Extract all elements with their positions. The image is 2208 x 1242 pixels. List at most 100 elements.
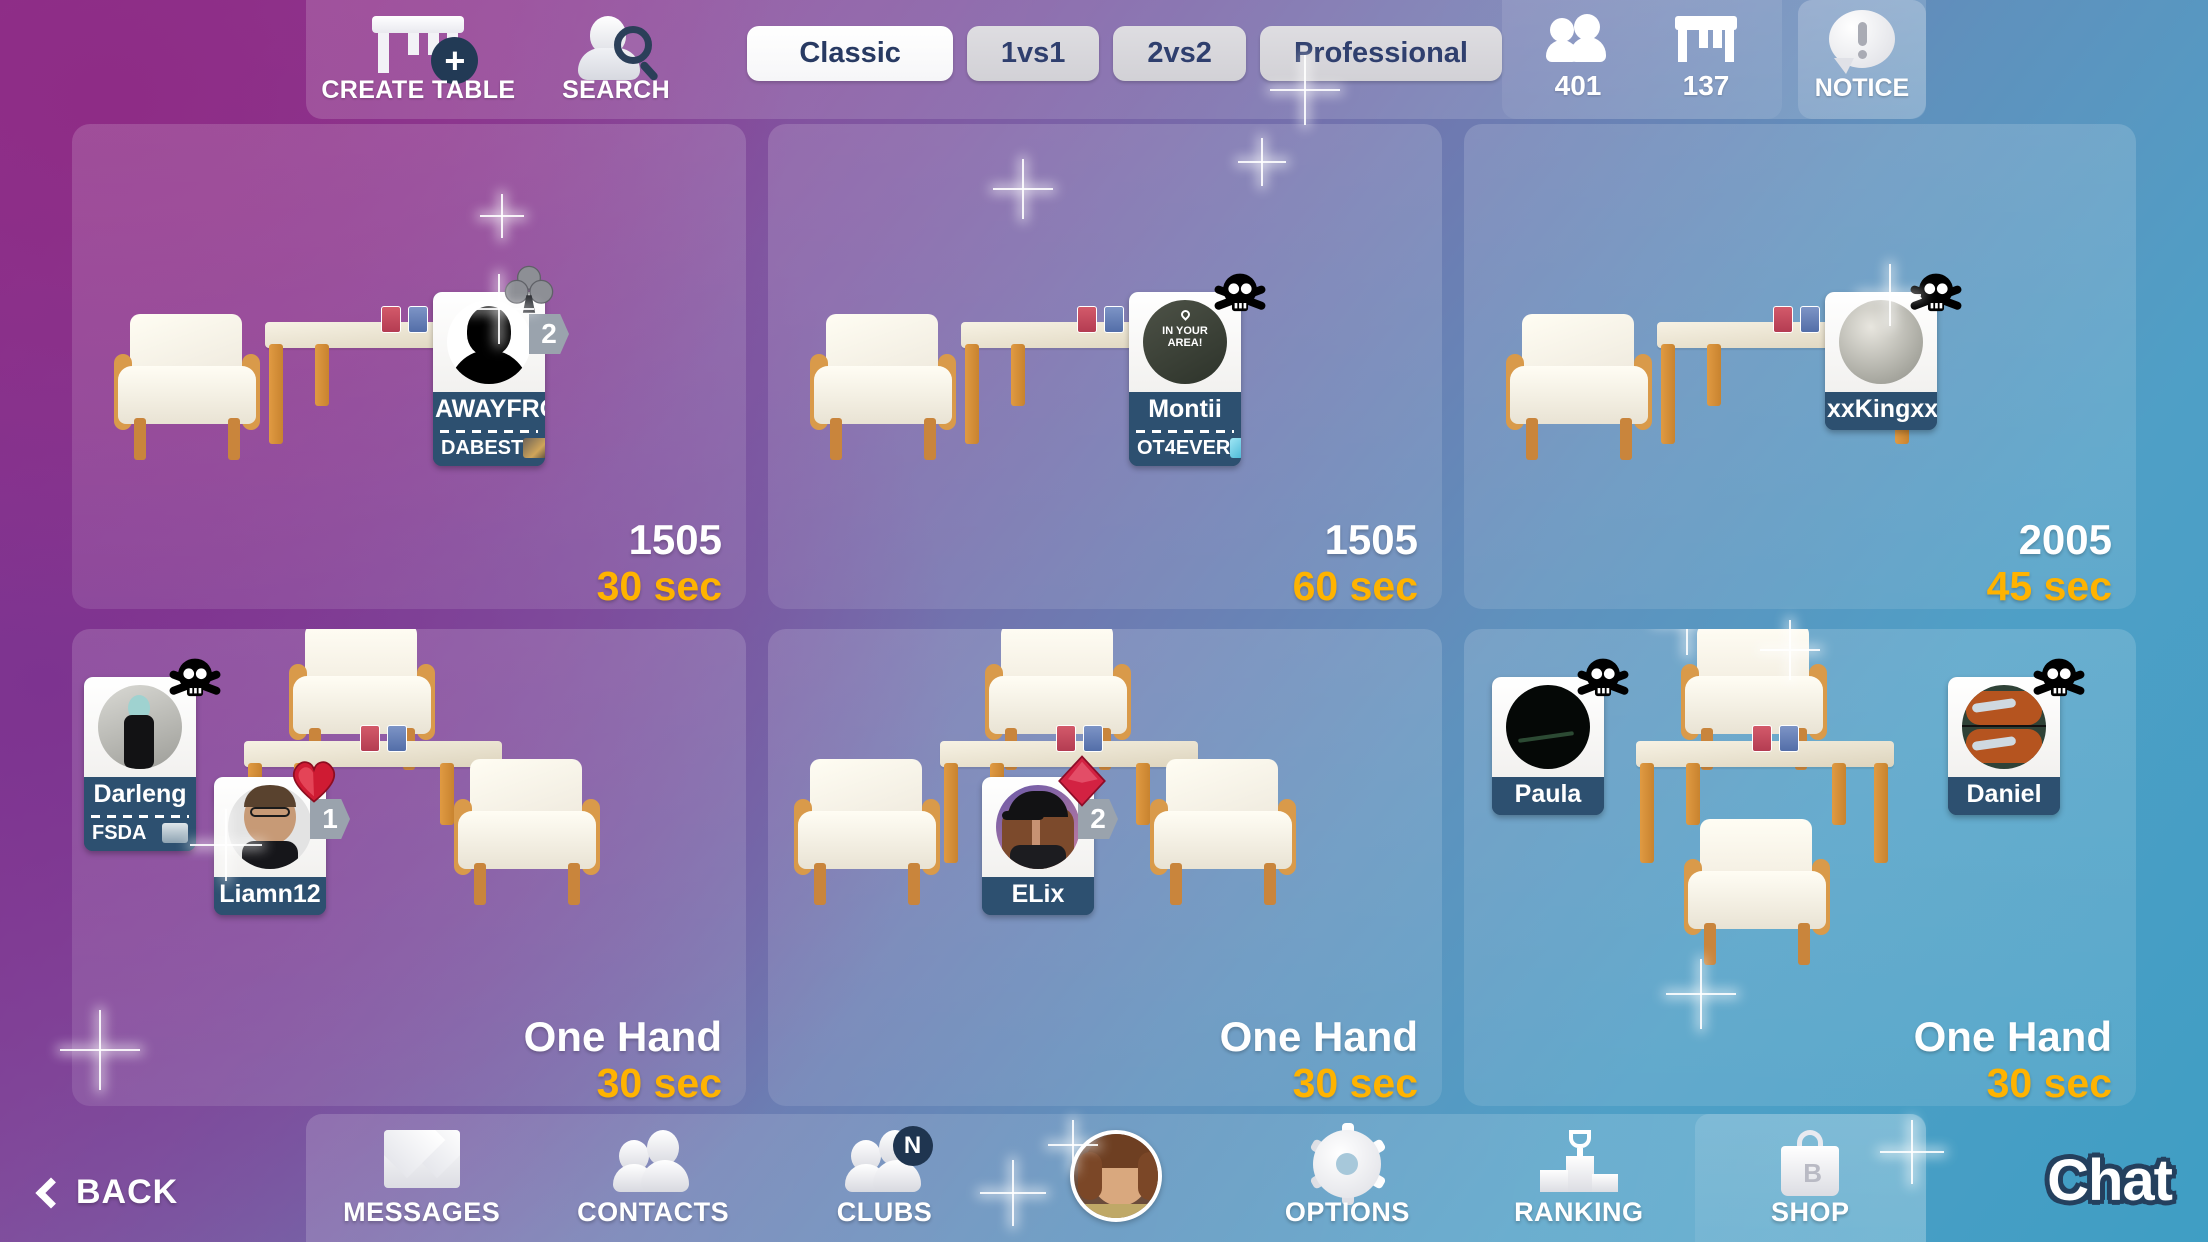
counters-area: 401 137 NOTICE [1502, 0, 1926, 119]
back-button[interactable]: BACK [35, 1173, 179, 1212]
profile-avatar [1069, 1130, 1162, 1222]
club-emblem-icon [523, 438, 545, 458]
table-card-6[interactable]: Paula Daniel One Hand 30 sec [1464, 629, 2136, 1106]
nav-clubs[interactable]: N CLUBS [769, 1114, 1000, 1242]
skull-icon [166, 655, 221, 699]
notice-button[interactable]: NOTICE [1798, 0, 1926, 119]
nav-contacts-label: CONTACTS [577, 1197, 730, 1227]
seat-number-badge: 2 [529, 314, 569, 354]
nav-options[interactable]: OPTIONS [1232, 1114, 1463, 1242]
game-name: 1505 [628, 515, 722, 563]
mode-tab-classic[interactable]: Classic [747, 26, 953, 81]
player-club-row: FSDA [84, 817, 196, 851]
player-name: Liamn12 [214, 877, 326, 915]
search-label: SEARCH [562, 76, 671, 104]
player-badge[interactable]: 2 AWAYFRO DABEST [433, 265, 569, 466]
table-meta: One Hand 30 sec [1219, 1012, 1418, 1106]
nav-shop[interactable]: B SHOP [1694, 1114, 1926, 1242]
table-card-1[interactable]: 2 AWAYFRO DABEST [72, 124, 746, 609]
clubs-new-badge: N [892, 1126, 933, 1166]
mode-tab-1vs1[interactable]: 1vs1 [966, 26, 1100, 81]
player-badge[interactable]: xxKingxx [1825, 273, 1962, 430]
top-bar: + CREATE TABLE SEARCH Classic 1vs1 2vs2 … [306, 0, 1926, 119]
back-label: BACK [76, 1173, 179, 1211]
player-badge[interactable]: Daniel [1948, 658, 2085, 815]
skull-icon [1574, 655, 1629, 699]
table-meta: One Hand 30 sec [524, 1014, 722, 1106]
create-table-button[interactable]: + CREATE TABLE [306, 0, 531, 119]
table-meta: 2005 45 sec [1986, 515, 2112, 609]
search-button[interactable]: SEARCH [531, 0, 702, 119]
nav-profile[interactable] [1000, 1114, 1231, 1242]
skull-icon [1211, 270, 1266, 314]
nav-ranking[interactable]: RANKING [1463, 1114, 1694, 1242]
player-badge[interactable]: 2 ELix [982, 755, 1118, 915]
game-name: One Hand [1219, 1012, 1418, 1060]
players-online-counter: 401 [1532, 14, 1624, 119]
tables-open-value: 137 [1682, 70, 1730, 101]
tables-open-counter: 137 [1660, 14, 1752, 119]
player-name: Daniel [1948, 777, 2060, 815]
player-badge[interactable]: Paula [1492, 658, 1629, 815]
contacts-icon [613, 1130, 693, 1192]
shop-bag-icon: B [1781, 1130, 1840, 1196]
player-club-row: OT4EVER [1129, 432, 1241, 466]
mode-tab-2vs2[interactable]: 2vs2 [1113, 26, 1246, 81]
notice-bubble-icon [1829, 10, 1895, 74]
empty-chair [792, 759, 942, 905]
create-table-label: CREATE TABLE [321, 76, 516, 104]
player-badge[interactable]: 1 Liamn12 [214, 761, 350, 915]
app-root: + CREATE TABLE SEARCH Classic 1vs1 2vs2 … [0, 0, 2208, 1242]
table-card-4[interactable]: Darleng FSDA 1 Liamn12 One Hand 30 sec [72, 629, 746, 1106]
player-club-name: DABEST [441, 436, 524, 459]
players-online-value: 401 [1554, 70, 1602, 101]
player-name: ELix [982, 877, 1094, 915]
table-icon [1675, 14, 1737, 64]
turn-timer: 60 sec [1292, 562, 1418, 609]
nav-ranking-label: RANKING [1514, 1197, 1644, 1227]
empty-chair [452, 759, 602, 905]
player-badge[interactable]: IN YOUR AREA! Montii OT4EVER [1129, 273, 1266, 466]
nav-clubs-label: CLUBS [836, 1197, 933, 1227]
heart-suit-icon [286, 753, 342, 809]
mode-tab-professional[interactable]: Professional [1259, 26, 1502, 81]
turn-timer: 45 sec [1986, 562, 2112, 609]
turn-timer: 30 sec [1986, 1059, 2112, 1106]
empty-chair [1682, 819, 1832, 965]
nav-messages[interactable]: MESSAGES [306, 1114, 537, 1242]
game-name: 2005 [2018, 515, 2112, 563]
person-search-icon [576, 16, 660, 82]
skull-icon [1907, 270, 1962, 314]
table-card-2[interactable]: IN YOUR AREA! Montii OT4EVER 1505 60 sec [768, 124, 1442, 609]
empty-chair [808, 314, 958, 460]
table-plus-icon: + [372, 16, 479, 84]
player-name: Montii [1129, 392, 1241, 430]
nav-shop-label: SHOP [1770, 1197, 1850, 1227]
table-meta: 1505 30 sec [596, 515, 722, 609]
empty-chair [1148, 759, 1298, 905]
counter-group: 401 137 [1502, 0, 1782, 119]
skull-icon [2030, 655, 2085, 699]
game-name: One Hand [1913, 1012, 2112, 1060]
player-name: Darleng [84, 777, 196, 815]
podium-trophy-icon [1539, 1130, 1618, 1192]
table-card-5[interactable]: 2 ELix One Hand 30 sec [768, 629, 1442, 1106]
people-icon [1546, 14, 1610, 64]
mode-filter-group: Classic 1vs1 2vs2 Professional [747, 26, 1502, 81]
table-meta: One Hand 30 sec [1913, 1012, 2112, 1106]
gear-icon [1309, 1123, 1387, 1205]
player-club-name: FSDA [92, 821, 147, 844]
turn-timer: 30 sec [596, 562, 722, 609]
player-badge[interactable]: Darleng FSDA [84, 658, 221, 851]
tables-grid: 2 AWAYFRO DABEST [72, 124, 2136, 1106]
nav-contacts[interactable]: CONTACTS [537, 1114, 768, 1242]
club-suit-icon [501, 262, 557, 318]
player-club-row: DABEST [433, 432, 545, 466]
table-card-3[interactable]: xxKingxx 2005 45 sec [1464, 124, 2136, 609]
table-meta: 1505 60 sec [1292, 517, 1418, 609]
player-name: xxKingxx [1825, 392, 1937, 430]
club-emblem-icon [1230, 438, 1241, 458]
player-name: AWAYFRO [433, 392, 545, 430]
turn-timer: 30 sec [596, 1059, 722, 1106]
chat-button[interactable]: Chat [2047, 1147, 2173, 1214]
